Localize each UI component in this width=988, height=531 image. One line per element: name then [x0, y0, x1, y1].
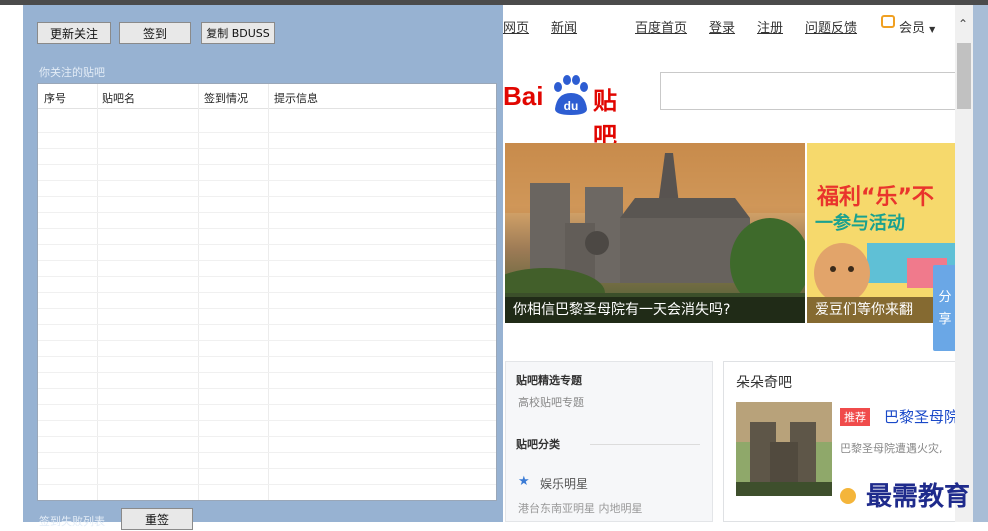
carousel-slide-cathedral[interactable]: 你相信巴黎圣母院有一天会消失吗?	[505, 143, 805, 323]
table-row	[38, 452, 496, 453]
promo-subline: 一参与活动	[815, 213, 905, 234]
watermark-text: 最需教育	[866, 482, 971, 512]
featured-link[interactable]: 高校贴吧专题	[518, 394, 584, 410]
table-row	[38, 372, 496, 373]
table-row	[38, 228, 496, 229]
table-row	[38, 404, 496, 405]
table-row	[38, 436, 496, 437]
share-label-1: 分	[938, 290, 952, 305]
promo-headline: 福利“乐”不	[817, 185, 934, 210]
recommend-item-title[interactable]: 巴黎圣母院	[884, 406, 959, 427]
recommend-thumbnail[interactable]	[736, 402, 832, 496]
scroll-up-arrow-icon[interactable]: ⌃	[958, 17, 968, 31]
search-input[interactable]	[660, 72, 970, 110]
window-edge	[973, 5, 988, 522]
followed-bars-table[interactable]: 序号 贴吧名 签到情况 提示信息	[37, 83, 497, 501]
resign-button[interactable]: 重签	[121, 508, 193, 530]
paw-logo-icon: du	[554, 75, 588, 115]
table-row	[38, 164, 496, 165]
column-header-status: 签到情况	[204, 92, 248, 105]
scrollbar-thumb[interactable]	[957, 43, 971, 109]
table-row	[38, 340, 496, 341]
logo-tieba-text: 贴吧	[593, 88, 617, 150]
nav-link-register[interactable]: 注册	[757, 17, 783, 36]
table-row	[38, 132, 496, 133]
recommend-item-desc: 巴黎圣母院遭遇火灾,	[840, 442, 943, 455]
table-row	[38, 308, 496, 309]
table-row	[38, 260, 496, 261]
table-row	[38, 388, 496, 389]
nav-member-label: 会员	[899, 21, 926, 36]
slide-caption: 你相信巴黎圣母院有一天会消失吗?	[505, 297, 805, 323]
table-row	[38, 420, 496, 421]
star-icon: ★	[518, 474, 530, 489]
table-row	[38, 196, 496, 197]
failed-list-label: 签到失败列表	[39, 515, 105, 528]
table-row	[38, 356, 496, 357]
table-row	[38, 324, 496, 325]
column-header-bar-name: 贴吧名	[102, 92, 135, 105]
nav-link-baidu-home[interactable]: 百度首页	[635, 17, 687, 36]
chevron-down-icon: ▼	[929, 25, 936, 34]
share-label-2: 享	[938, 312, 952, 327]
nav-link-news[interactable]: 新闻	[551, 17, 577, 36]
category-title: 贴吧分类	[516, 438, 560, 451]
category-links[interactable]: 港台东南亚明星 内地明星	[518, 500, 643, 516]
vertical-scrollbar[interactable]: ⌃	[955, 5, 973, 522]
column-header-message: 提示信息	[274, 92, 318, 105]
copy-bduss-button[interactable]: 复制 BDUSS	[201, 22, 275, 44]
featured-title: 贴吧精选专题	[516, 374, 582, 387]
table-row	[38, 148, 496, 149]
nav-member-menu[interactable]: 会员 ▼	[899, 17, 935, 36]
table-row	[38, 500, 496, 501]
share-button[interactable]: 分 享	[933, 265, 957, 351]
featured-topics-panel: 贴吧精选专题 高校贴吧专题 贴吧分类 ★ 娱乐明星 港台东南亚明星 内地明星	[505, 361, 713, 522]
followed-bars-label: 你关注的贴吧	[39, 66, 105, 79]
column-header-index: 序号	[44, 92, 66, 105]
logo-du-text: du	[564, 99, 579, 113]
user-avatar-icon	[840, 488, 856, 504]
refresh-follow-button[interactable]: 更新关注	[37, 22, 111, 44]
nav-link-web[interactable]: 网页	[503, 17, 529, 36]
signin-tool-panel: 更新关注 签到 复制 BDUSS 你关注的贴吧 序号 贴吧名 签到情况 提示信息…	[23, 5, 503, 530]
nav-link-feedback[interactable]: 问题反馈	[805, 17, 857, 36]
table-row	[38, 484, 496, 485]
category-name[interactable]: 娱乐明星	[540, 475, 588, 492]
recommend-badge: 推荐	[840, 408, 870, 426]
table-row	[38, 276, 496, 277]
table-row	[38, 180, 496, 181]
table-row	[38, 468, 496, 469]
cathedral-image	[505, 143, 805, 323]
nav-link-login[interactable]: 登录	[709, 17, 735, 36]
member-icon	[881, 15, 895, 28]
recommend-title: 朵朵奇吧	[736, 375, 792, 391]
divider	[590, 444, 700, 445]
browser-view: 网页 新闻 百度首页 登录 注册 问题反馈 会员 ▼ Bai du 贴吧 你相信…	[503, 5, 973, 522]
table-row	[38, 244, 496, 245]
logo-bai-text: Bai	[503, 81, 544, 111]
table-row	[38, 292, 496, 293]
sign-in-button[interactable]: 签到	[119, 22, 191, 44]
table-row	[38, 212, 496, 213]
table-header: 序号 贴吧名 签到情况 提示信息	[38, 84, 496, 109]
